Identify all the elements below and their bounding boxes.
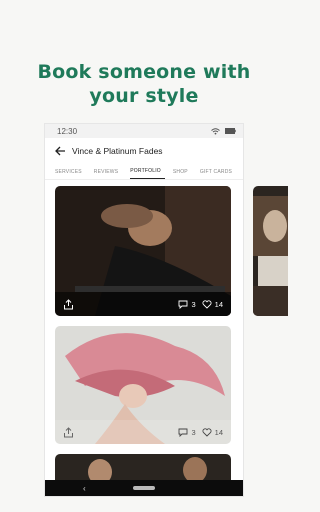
portfolio-card[interactable]: 3 14 bbox=[55, 186, 231, 316]
headline: Book someone with your style bbox=[0, 60, 288, 108]
comment-count-value: 3 bbox=[191, 299, 196, 309]
app-bar: Vince & Platinum Fades bbox=[45, 138, 243, 164]
system-nav-bar: ‹ bbox=[45, 480, 243, 496]
tab-gift-cards[interactable]: GIFT CARDS bbox=[200, 169, 236, 179]
portfolio-card[interactable]: 3 14 bbox=[55, 326, 231, 444]
heart-icon bbox=[202, 427, 212, 437]
share-icon[interactable] bbox=[63, 298, 74, 310]
tab-reviews[interactable]: REVIEWS bbox=[94, 169, 122, 179]
like-count[interactable]: 14 bbox=[202, 300, 223, 309]
battery-icon bbox=[225, 128, 236, 134]
comment-count[interactable]: 3 bbox=[178, 299, 196, 309]
tab-shop[interactable]: SHOP bbox=[173, 169, 192, 179]
peek-photo bbox=[253, 186, 288, 316]
headline-line-1: Book someone with bbox=[37, 61, 251, 83]
headline-line-2: your style bbox=[89, 85, 199, 107]
nav-back-icon[interactable]: ‹ bbox=[83, 484, 86, 493]
arrow-left-icon[interactable] bbox=[54, 145, 66, 157]
comment-icon bbox=[179, 428, 188, 437]
phone-screen: 12:30 Vince & Platinum Fades SERVICES RE… bbox=[45, 124, 243, 496]
tab-portfolio[interactable]: PORTFOLIO bbox=[130, 168, 165, 179]
nav-home-pill[interactable] bbox=[133, 486, 155, 490]
card-footer: 3 14 bbox=[55, 420, 231, 444]
wifi-icon bbox=[211, 127, 220, 134]
next-screen-peek bbox=[253, 186, 288, 316]
like-count[interactable]: 14 bbox=[202, 428, 223, 437]
like-count-value: 14 bbox=[214, 427, 223, 437]
tab-bar: SERVICES REVIEWS PORTFOLIO SHOP GIFT CAR… bbox=[45, 164, 243, 180]
comment-count[interactable]: 3 bbox=[178, 427, 196, 437]
tab-services[interactable]: SERVICES bbox=[55, 169, 86, 179]
card-footer: 3 14 bbox=[55, 292, 231, 316]
share-icon[interactable] bbox=[63, 426, 74, 438]
heart-icon bbox=[202, 299, 212, 309]
shop-title: Vince & Platinum Fades bbox=[72, 146, 163, 156]
status-bar: 12:30 bbox=[45, 124, 243, 138]
comment-count-value: 3 bbox=[191, 427, 196, 437]
comment-icon bbox=[179, 300, 188, 309]
status-time: 12:30 bbox=[57, 126, 78, 136]
like-count-value: 14 bbox=[214, 299, 223, 309]
